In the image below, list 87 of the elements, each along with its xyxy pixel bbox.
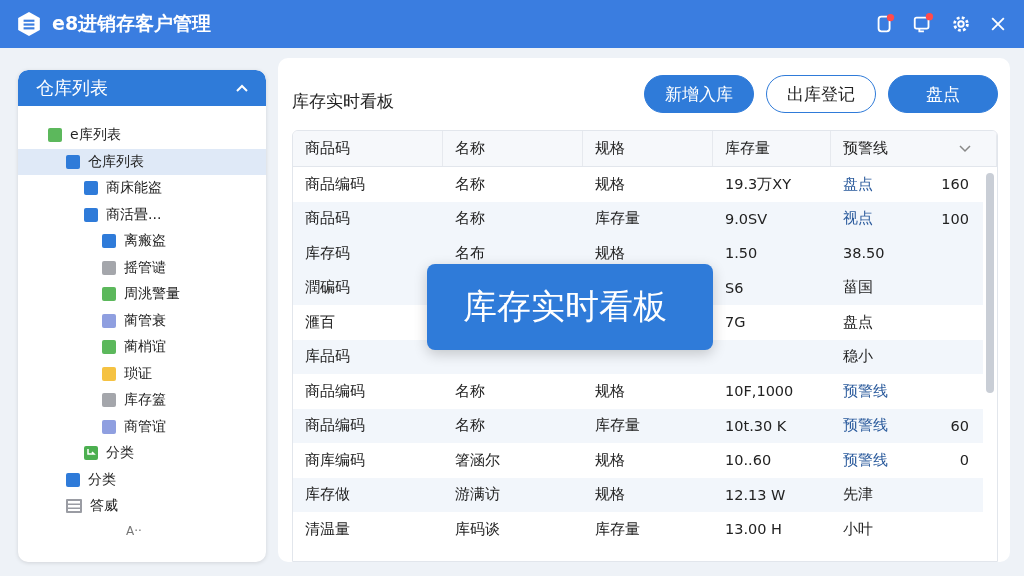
table-cell: 100 [941,210,969,227]
table-cell: 10..60 [725,452,772,469]
table-cell: 名称 [455,210,485,227]
table-link[interactable]: 预警线 [843,417,888,434]
table-cell: 潤碥码 [305,279,350,296]
sidebar-header[interactable]: 仓库列表 [18,70,266,106]
table-cell: 库存量 [595,520,640,537]
table-cell: 游满访 [455,486,500,503]
table-cell: 名布 [455,244,485,261]
table-cell: 商品编码 [305,382,365,399]
table-cell: 商库编码 [305,451,365,468]
tree-item[interactable]: 摇管谴 [18,254,266,281]
table-cell: 13.00 H [725,521,783,538]
table-cell: 滙百 [305,313,335,330]
table-cell: 稳小 [843,348,873,365]
table-cell: 19.3万XY [725,175,792,192]
table-cell: 清温量 [305,520,350,537]
table-cell: 10t.30 K [725,417,787,434]
table-cell: 规格 [595,244,625,261]
table-cell: 名称 [455,175,485,192]
tree-item[interactable]: 库存篕 [18,387,266,414]
tree-item[interactable]: 离瘢盗 [18,228,266,255]
tree-item[interactable]: 商管谊 [18,413,266,440]
table-link[interactable]: 视点 [843,210,873,227]
table-link[interactable]: 预警线 [843,382,888,399]
more-link[interactable]: A·· [126,523,142,538]
action-button[interactable]: 新增入库 [644,75,754,113]
tree-item[interactable]: 分类 [18,440,266,467]
table-cell: 1.50 [725,245,758,262]
table-cell: 商品编码 [305,175,365,192]
table-cell: 名称 [455,417,485,434]
table-cell: 库存量 [595,210,640,227]
table-cell: 商品码 [305,210,350,227]
logo-icon [16,11,42,37]
tree-item[interactable]: 仓库列表 [18,148,266,175]
table-cell: 10F,1000 [725,383,794,400]
tree-item[interactable]: 蔺管衰 [18,307,266,334]
table-cell: 库存做 [305,486,350,503]
scrollbar[interactable] [986,173,994,393]
tree-item[interactable]: e库列表 [18,122,266,149]
message-icon[interactable] [912,13,934,35]
chevron-down-icon[interactable] [959,145,971,153]
table-link[interactable]: 盘点 [843,175,873,192]
tree-item[interactable]: 分类 [18,466,266,493]
action-button[interactable]: 出库登记 [766,75,876,113]
table-cell: 规格 [595,451,625,468]
column-header: 名称 [443,131,583,166]
table-cell: 12.13 W [725,486,786,503]
settings-icon[interactable] [950,13,972,35]
table-cell: 名称 [455,382,485,399]
table-cell: 先津 [843,486,873,503]
table-cell: 小叶 [843,520,873,537]
tree-item[interactable]: 答威 [18,493,266,520]
column-header: 商品码 [293,131,443,166]
table-cell: 9.0SV [725,210,768,227]
tree-item[interactable]: 琐证 [18,360,266,387]
sidebar-title: 仓库列表 [36,76,108,100]
column-header: 规格 [583,131,713,166]
table-cell: 商品编码 [305,417,365,434]
table-cell: 规格 [595,486,625,503]
caret-icon [236,84,248,92]
toast-banner: 库存实时看板 [427,264,713,350]
table-cell: 菑国 [843,279,873,296]
table-cell: 库品码 [305,348,350,365]
table-cell: 盘点 [843,313,873,330]
table-cell: 库码谈 [455,520,500,537]
table-cell: 60 [950,417,969,434]
table-cell: S6 [725,279,744,296]
tree-item[interactable]: 周洮警量 [18,281,266,308]
tree-item[interactable]: 商活畳... [18,201,266,228]
column-header: 预警线 [831,131,997,166]
action-button[interactable]: 盘点 [888,75,998,113]
board-title: 库存实时看板 [292,89,394,113]
table-cell: 7G [725,314,746,331]
window-title: e8进销存客户管理 [52,11,212,36]
table-cell: 箸涵尔 [455,451,500,468]
table-cell: 规格 [595,175,625,192]
table-cell: 规格 [595,382,625,399]
table-cell: 0 [959,452,969,469]
tree-item[interactable]: 蔺梢谊 [18,334,266,361]
table-cell: 库存量 [595,417,640,434]
tree-item[interactable]: 商床能盗 [18,175,266,202]
table-link[interactable]: 预警线 [843,451,888,468]
table-cell: 库存码 [305,244,350,261]
table-cell: 38.50 [843,245,885,262]
column-header: 库存量 [713,131,831,166]
table-cell: 160 [941,176,969,193]
